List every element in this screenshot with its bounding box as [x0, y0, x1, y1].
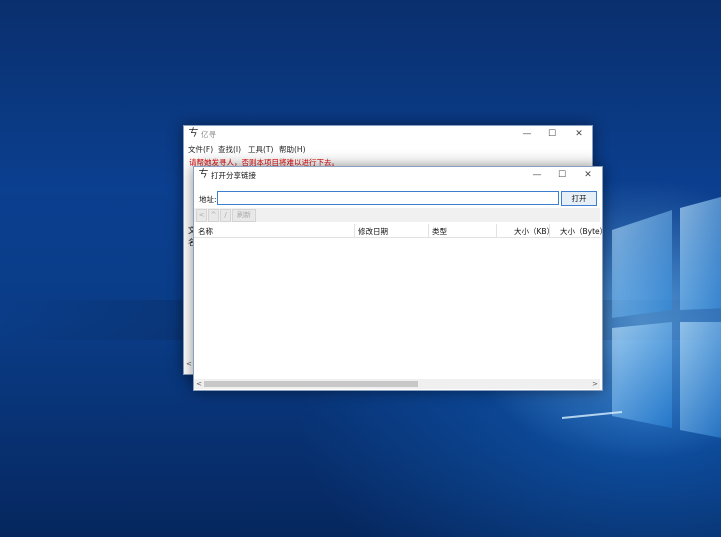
column-type[interactable]: 类型 [432, 226, 447, 237]
column-separator[interactable] [354, 224, 355, 237]
file-list[interactable] [194, 238, 600, 378]
navigation-toolbar: < ^ / 刷新 [194, 208, 600, 222]
column-separator[interactable] [549, 224, 550, 237]
column-separator[interactable] [496, 224, 497, 237]
scrollbar-thumb[interactable] [204, 381, 418, 387]
app-icon: ㄘ [188, 128, 199, 139]
address-label: 地址: [199, 195, 217, 204]
open-button[interactable]: 打开 [561, 191, 597, 206]
close-icon[interactable]: ✕ [575, 167, 601, 183]
scroll-left-icon[interactable]: < [194, 379, 204, 389]
horizontal-scrollbar[interactable]: < > [194, 379, 600, 389]
maximize-icon[interactable]: ☐ [539, 126, 565, 142]
forward-button[interactable]: / [220, 209, 231, 222]
open-share-link-dialog: ㄘ 打开分享链接 — ☐ ✕ 地址: 打开 < ^ / 刷新 名称 修改日期 类… [193, 166, 607, 391]
main-titlebar[interactable]: ㄘ 亿寻 — ☐ ✕ [184, 126, 592, 142]
file-list-header: 名称 修改日期 类型 大小（KB） 大小（Byte） [194, 224, 607, 238]
maximize-icon[interactable]: ☐ [549, 167, 575, 183]
back-button[interactable]: < [196, 209, 207, 222]
column-size-byte[interactable]: 大小（Byte） [560, 226, 607, 237]
menu-tools[interactable]: 工具(T) [248, 144, 273, 155]
scroll-right-icon[interactable]: > [590, 379, 600, 389]
column-separator[interactable] [428, 224, 429, 237]
dialog-title: 打开分享链接 [211, 171, 256, 180]
column-name[interactable]: 名称 [198, 226, 213, 237]
up-button[interactable]: ^ [208, 209, 219, 222]
menu-file[interactable]: 文件(F) [188, 144, 213, 155]
address-input[interactable] [217, 191, 559, 205]
menu-help[interactable]: 帮助(H) [279, 144, 306, 155]
column-modified[interactable]: 修改日期 [358, 226, 388, 237]
close-icon[interactable]: ✕ [566, 126, 592, 142]
dialog-titlebar[interactable]: ㄘ 打开分享链接 — ☐ ✕ [194, 167, 602, 183]
menu-bar: 文件(F) 查找(I) 工具(T) 帮助(H) [184, 142, 592, 156]
menu-find[interactable]: 查找(I) [218, 144, 241, 155]
app-icon: ㄘ [198, 169, 209, 180]
main-window-title: 亿寻 [201, 130, 216, 139]
refresh-button[interactable]: 刷新 [232, 209, 256, 222]
scroll-left-icon[interactable]: < [186, 360, 192, 368]
minimize-icon[interactable]: — [524, 167, 550, 183]
minimize-icon[interactable]: — [514, 126, 540, 142]
